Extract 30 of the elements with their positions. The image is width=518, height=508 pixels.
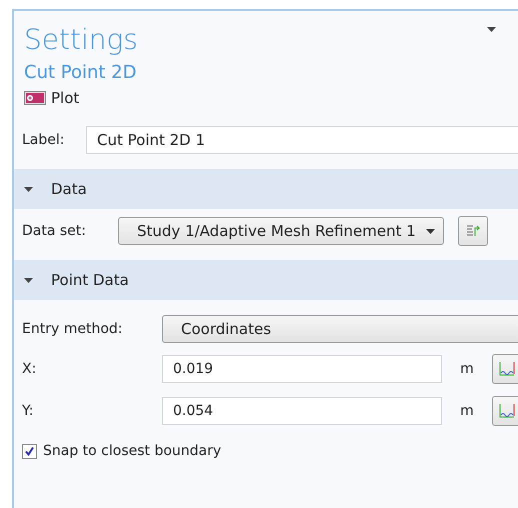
collapse-icon: [24, 276, 33, 284]
dropdown[interactable]: Coordinates: [162, 315, 518, 343]
field-label: Data set:: [22, 223, 87, 239]
plot-icon: [24, 91, 46, 105]
input-field[interactable]: Cut Point 2D 1: [86, 126, 518, 154]
checkbox[interactable]: [22, 444, 37, 458]
graph-button[interactable]: [492, 396, 518, 426]
checkbox-label: Snap to closest boundary: [43, 443, 222, 459]
panel-subtitle: Cut Point 2D: [24, 61, 136, 85]
section-header[interactable]: Data: [14, 169, 518, 209]
input-field[interactable]: 0.019: [162, 355, 442, 383]
refresh-button[interactable]: [458, 216, 488, 246]
field-label: X:: [22, 361, 38, 377]
unit-label: m: [459, 361, 475, 377]
list-icon: [464, 223, 481, 239]
caret-icon: [426, 228, 435, 234]
graph-icon: [498, 403, 516, 419]
field-label: Y:: [22, 403, 34, 419]
field-label: Entry method:: [22, 321, 124, 337]
panel-title: Settings: [24, 23, 138, 57]
dropdown[interactable]: Study 1/Adaptive Mesh Refinement 1: [118, 217, 444, 245]
plot-button[interactable]: Plot: [24, 89, 80, 107]
unit-label: m: [459, 403, 475, 419]
graph-button[interactable]: [492, 354, 518, 384]
caret-icon: [487, 27, 496, 32]
field-label: Label:: [22, 132, 66, 148]
section-header[interactable]: Point Data: [14, 260, 518, 300]
graph-icon: [498, 361, 516, 377]
input-field[interactable]: 0.054: [162, 397, 442, 425]
collapse-icon: [24, 184, 33, 194]
